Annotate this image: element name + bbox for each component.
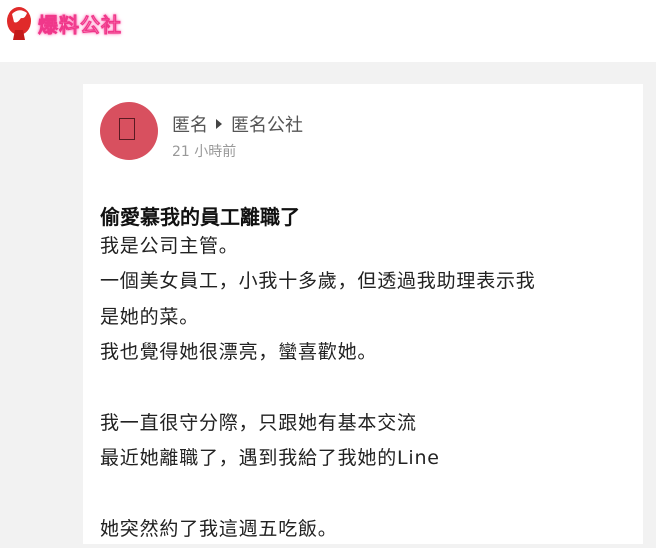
post-author-board: 匿名 匿名公社 [172,111,303,137]
content-line: 我也覺得她很漂亮，蠻喜歡她。 [100,341,378,364]
content-line: 她突然約了我這週五吃飯。 [100,518,338,541]
author-avatar[interactable] [100,102,158,160]
caret-right-icon [216,119,222,129]
logo-text[interactable]: 爆料公社 [38,9,122,38]
logo-icon[interactable] [5,4,35,42]
content-line: 一個美女員工，小我十多歲，但透過我助理表示我 [100,270,536,293]
content-line: 最近她離職了，遇到我給了我她的Line [100,447,440,470]
content-line [100,477,620,512]
post-content: 我是公司主管。 一個美女員工，小我十多歲，但透過我助理表示我 是她的菜。 我也覺… [100,229,620,548]
author-name[interactable]: 匿名 [172,111,208,137]
content-line: 是她的菜。 [100,305,200,328]
post-title: 偷愛慕我的員工離職了 [100,205,300,229]
content-line: 我是公司主管。 [100,235,239,257]
board-name[interactable]: 匿名公社 [231,111,303,137]
content-line [100,371,620,406]
top-bar: 爆料公社 [0,0,656,62]
post-time: 21 小時前 [172,144,237,160]
avatar-placeholder-icon [119,118,135,140]
content-line: 我一直很守分際，只跟她有基本交流 [100,411,417,434]
